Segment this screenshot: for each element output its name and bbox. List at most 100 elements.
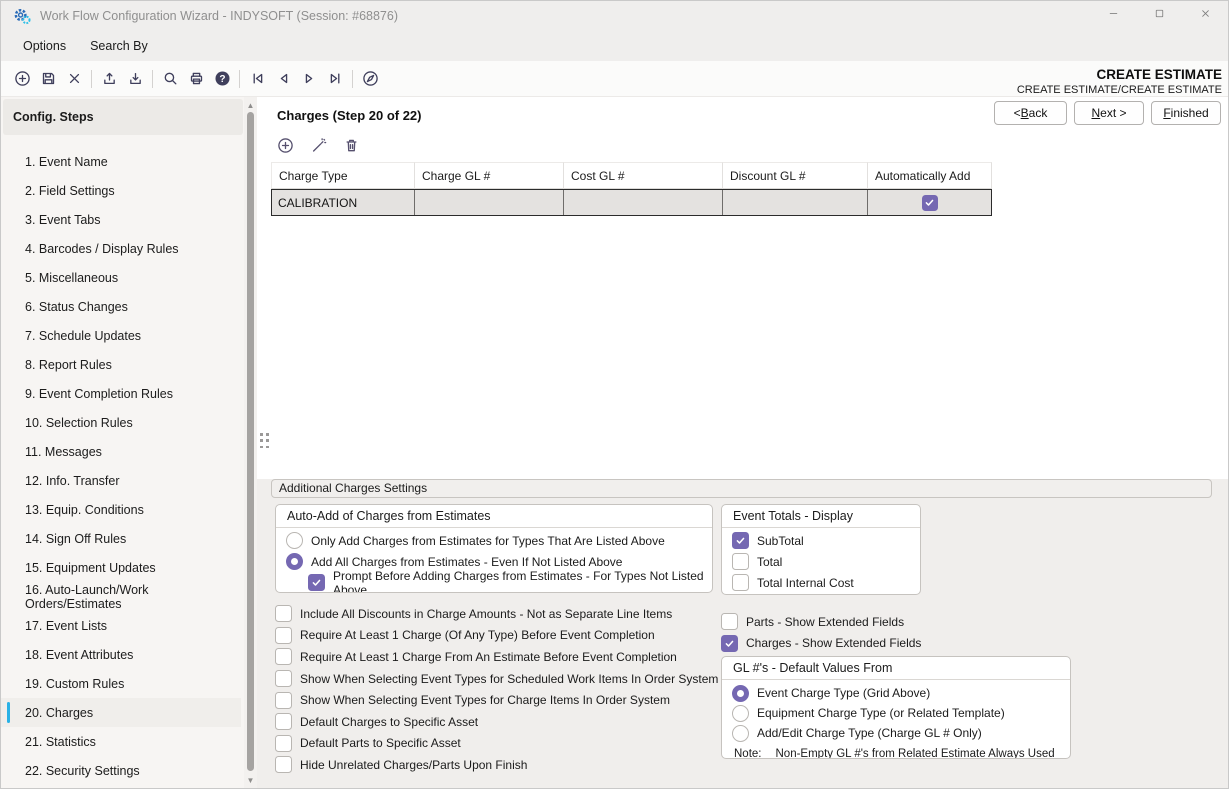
radio-label: Equipment Charge Type (or Related Templa… <box>757 706 1005 720</box>
cell-charge-gl[interactable] <box>415 190 564 215</box>
cell-automatically-add[interactable] <box>868 190 991 215</box>
back-button[interactable]: < Back <box>994 101 1067 125</box>
sidebar-item-21-statistics[interactable]: 21. Statistics <box>1 727 241 756</box>
radio-button[interactable] <box>286 532 303 549</box>
checkbox[interactable] <box>275 648 292 665</box>
sidebar-scrollbar[interactable]: ▲ ▼ <box>244 97 257 788</box>
radio-button[interactable] <box>732 725 749 742</box>
checkbox-row-parts-show-extended-fields[interactable]: Parts - Show Extended Fields <box>721 611 1081 633</box>
sidebar-item-15-equipment-updates[interactable]: 15. Equipment Updates <box>1 553 241 582</box>
column-header-charge-gl[interactable]: Charge GL # <box>415 162 564 189</box>
toolbar-save-button[interactable] <box>35 66 61 92</box>
sidebar-item-4-barcodes-display-rules[interactable]: 4. Barcodes / Display Rules <box>1 234 241 263</box>
sidebar-item-16-auto-launch-work-orders-estimates[interactable]: 16. Auto-Launch/Work Orders/Estimates <box>1 582 241 611</box>
sidebar-item-8-report-rules[interactable]: 8. Report Rules <box>1 350 241 379</box>
radio-button[interactable] <box>732 685 749 702</box>
toolbar-nav-previous-button[interactable] <box>270 66 296 92</box>
checkbox-row-prompt-before-adding-charges-from-estimates-for-types-not-listed-above[interactable]: Prompt Before Adding Charges from Estima… <box>276 572 712 593</box>
automatically-add-checkbox[interactable] <box>922 195 938 211</box>
checkbox-row-subtotal[interactable]: SubTotal <box>722 530 920 551</box>
checkbox[interactable] <box>732 574 749 591</box>
sidebar-item-19-custom-rules[interactable]: 19. Custom Rules <box>1 669 241 698</box>
radio-row-add-edit-charge-type-charge-gl-only[interactable]: Add/Edit Charge Type (Charge GL # Only) <box>722 723 1070 743</box>
checkbox[interactable] <box>721 635 738 652</box>
checkbox[interactable] <box>275 670 292 687</box>
checkbox[interactable] <box>732 532 749 549</box>
next-button[interactable]: Next > <box>1074 101 1144 125</box>
column-header-discount-gl[interactable]: Discount GL # <box>723 162 868 189</box>
checkbox[interactable] <box>275 713 292 730</box>
toolbar-compass-button[interactable] <box>357 66 383 92</box>
sidebar-item-18-event-attributes[interactable]: 18. Event Attributes <box>1 640 241 669</box>
sidebar-item-2-field-settings[interactable]: 2. Field Settings <box>1 176 241 205</box>
radio-row-equipment-charge-type-or-related-template[interactable]: Equipment Charge Type (or Related Templa… <box>722 703 1070 723</box>
column-header-automatically-add[interactable]: Automatically Add <box>868 162 992 189</box>
scroll-down-icon[interactable]: ▼ <box>244 774 257 786</box>
cell-charge-type[interactable]: CALIBRATION <box>272 190 415 215</box>
menu-item-search-by[interactable]: Search By <box>90 39 148 53</box>
checkbox[interactable] <box>275 756 292 773</box>
sidebar-item-17-event-lists[interactable]: 17. Event Lists <box>1 611 241 640</box>
minimize-button[interactable] <box>1090 1 1136 31</box>
sidebar-item-20-charges[interactable]: 20. Charges <box>1 698 241 727</box>
grid-trash-button[interactable] <box>339 133 363 157</box>
toolbar-import-button[interactable] <box>122 66 148 92</box>
sidebar-item-label: 21. Statistics <box>25 735 96 749</box>
checkbox[interactable] <box>275 605 292 622</box>
sidebar-item-1-event-name[interactable]: 1. Event Name <box>1 147 241 176</box>
toolbar-print-button[interactable] <box>183 66 209 92</box>
radio-button[interactable] <box>286 553 303 570</box>
toolbar-separator <box>239 70 240 88</box>
table-row[interactable]: CALIBRATION <box>271 189 992 216</box>
sidebar-item-6-status-changes[interactable]: 6. Status Changes <box>1 292 241 321</box>
checkbox-row-charges-show-extended-fields[interactable]: Charges - Show Extended Fields <box>721 633 1081 655</box>
cell-cost-gl[interactable] <box>564 190 723 215</box>
gl-note-row: Note: Non-Empty GL #'s from Related Esti… <box>722 744 1070 759</box>
grid-wand-button[interactable] <box>306 133 330 157</box>
sidebar-item-label: 16. Auto-Launch/Work Orders/Estimates <box>25 583 241 611</box>
sidebar-item-22-security-settings[interactable]: 22. Security Settings <box>1 756 241 785</box>
grid-add-circle-button[interactable] <box>273 133 297 157</box>
radio-row-only-add-charges-from-estimates-for-types-that-are-listed-above[interactable]: Only Add Charges from Estimates for Type… <box>276 530 712 551</box>
sidebar-item-12-info-transfer[interactable]: 12. Info. Transfer <box>1 466 241 495</box>
checkbox[interactable] <box>721 613 738 630</box>
sidebar-item-11-messages[interactable]: 11. Messages <box>1 437 241 466</box>
nav-last-icon <box>327 70 344 87</box>
checkbox-row-total[interactable]: Total <box>722 551 920 572</box>
radio-button[interactable] <box>732 705 749 722</box>
toolbar-export-button[interactable] <box>96 66 122 92</box>
cell-discount-gl[interactable] <box>723 190 868 215</box>
sidebar-item-9-event-completion-rules[interactable]: 9. Event Completion Rules <box>1 379 241 408</box>
finished-button[interactable]: Finished <box>1151 101 1221 125</box>
checkbox[interactable] <box>732 553 749 570</box>
column-header-charge-type[interactable]: Charge Type <box>271 162 415 189</box>
checkbox[interactable] <box>275 627 292 644</box>
checkbox[interactable] <box>275 735 292 752</box>
sidebar-item-5-miscellaneous[interactable]: 5. Miscellaneous <box>1 263 241 292</box>
sidebar-item-13-equip-conditions[interactable]: 13. Equip. Conditions <box>1 495 241 524</box>
maximize-button[interactable] <box>1136 1 1182 31</box>
toolbar-nav-last-button[interactable] <box>322 66 348 92</box>
wizard-title: CREATE ESTIMATE <box>1017 67 1222 82</box>
checkbox-row-total-internal-cost[interactable]: Total Internal Cost <box>722 572 920 593</box>
toolbar-delete-button[interactable] <box>61 66 87 92</box>
toolbar-nav-first-button[interactable] <box>244 66 270 92</box>
toolbar-help-button[interactable]: ? <box>209 66 235 92</box>
splitter-handle[interactable] <box>260 433 269 449</box>
checkbox-label: Show When Selecting Event Types for Char… <box>300 693 670 707</box>
sidebar-item-3-event-tabs[interactable]: 3. Event Tabs <box>1 205 241 234</box>
scroll-up-icon[interactable]: ▲ <box>244 99 257 111</box>
column-header-cost-gl[interactable]: Cost GL # <box>564 162 723 189</box>
toolbar-search-button[interactable] <box>157 66 183 92</box>
toolbar-add-circle-button[interactable] <box>9 66 35 92</box>
checkbox[interactable] <box>275 692 292 709</box>
sidebar-item-14-sign-off-rules[interactable]: 14. Sign Off Rules <box>1 524 241 553</box>
sidebar-item-10-selection-rules[interactable]: 10. Selection Rules <box>1 408 241 437</box>
scrollbar-thumb[interactable] <box>247 112 254 771</box>
radio-row-event-charge-type-grid-above[interactable]: Event Charge Type (Grid Above) <box>722 683 1070 703</box>
sidebar-item-7-schedule-updates[interactable]: 7. Schedule Updates <box>1 321 241 350</box>
toolbar-nav-next-button[interactable] <box>296 66 322 92</box>
menu-item-options[interactable]: Options <box>23 39 66 53</box>
checkbox[interactable] <box>308 574 325 591</box>
close-button[interactable] <box>1182 1 1228 31</box>
